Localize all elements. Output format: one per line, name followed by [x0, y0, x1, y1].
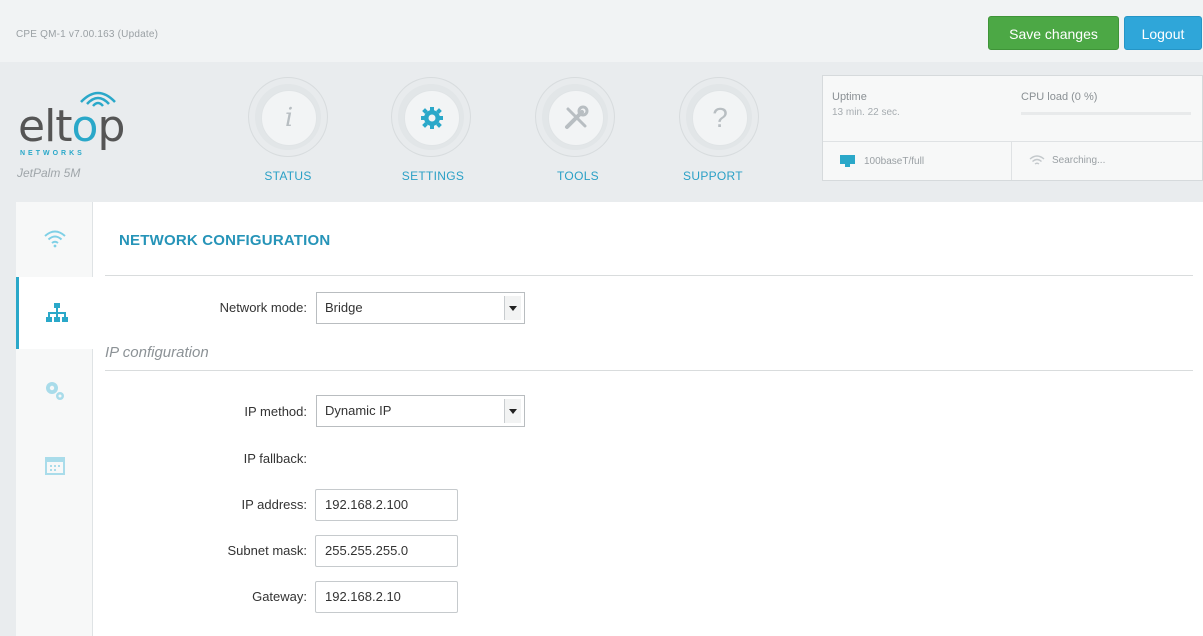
gears-icon — [45, 382, 64, 400]
link-status: 100baseT/full — [864, 155, 925, 167]
gateway-label: Gateway: — [252, 589, 307, 604]
status-panel: Uptime 13 min. 22 sec. CPU load (0 %) 10… — [822, 75, 1203, 181]
nav-tools-label: TOOLS — [557, 169, 599, 183]
nav-support-label: SUPPORT — [683, 169, 743, 183]
nav-tools[interactable]: TOOLS — [523, 75, 633, 185]
ip-method-select[interactable]: Dynamic IP — [316, 395, 525, 427]
ip-configuration-heading: IP configuration — [105, 344, 209, 361]
network-mode-select[interactable]: Bridge — [316, 292, 525, 324]
sidenav-scheduler[interactable] — [16, 430, 93, 502]
ip-address-field[interactable]: 192.168.2.100 — [315, 489, 458, 521]
logo-networks: NETWORKS — [20, 150, 85, 157]
sidenav-network[interactable] — [16, 277, 94, 349]
uptime-title: Uptime — [832, 91, 867, 103]
info-icon: i — [284, 103, 294, 133]
tools-icon — [565, 105, 589, 129]
ip-method-value: Dynamic IP — [325, 403, 392, 418]
ethernet-icon — [840, 155, 855, 167]
ip-fallback-label: IP fallback: — [243, 451, 307, 466]
sidenav-wireless[interactable] — [16, 202, 93, 274]
wireless-status: Searching... — [1052, 155, 1106, 166]
ip-method-label: IP method: — [244, 404, 307, 419]
subnet-mask-field[interactable]: 255.255.255.0 — [315, 535, 458, 567]
gear-icon — [421, 107, 443, 129]
question-icon: ? — [712, 102, 728, 133]
save-changes-button[interactable]: Save changes — [988, 16, 1119, 50]
main-content: NETWORK CONFIGURATION Network mode: Brid… — [93, 202, 1203, 636]
cpu-load-bar — [1021, 112, 1191, 115]
nav-settings[interactable]: SETTINGS — [378, 75, 488, 185]
network-icon — [45, 303, 68, 322]
divider — [105, 275, 1193, 276]
subnet-mask-label: Subnet mask: — [227, 543, 308, 558]
gateway-field[interactable]: 192.168.2.10 — [315, 581, 458, 613]
firmware-version: CPE QM-1 v7.00.163 (Update) — [16, 29, 159, 40]
sidenav-services[interactable] — [16, 355, 93, 427]
logout-button[interactable]: Logout — [1124, 16, 1202, 50]
side-nav — [16, 202, 94, 636]
logo-text-pre: elt — [18, 101, 73, 152]
nav-status-label: STATUS — [264, 169, 312, 183]
calendar-icon — [44, 457, 65, 475]
nav-status[interactable]: i STATUS — [233, 75, 343, 185]
top-bar: CPE QM-1 v7.00.163 (Update) Save changes… — [0, 0, 1203, 62]
device-model: JetPalm 5M — [17, 166, 81, 180]
divider — [823, 141, 1202, 142]
logo-text-post: p — [97, 101, 125, 152]
wifi-icon — [1029, 155, 1045, 165]
network-mode-value: Bridge — [325, 300, 363, 315]
page-title: NETWORK CONFIGURATION — [119, 232, 331, 249]
nav-support[interactable]: ? SUPPORT — [658, 75, 768, 185]
dropdown-arrow-icon — [504, 399, 521, 423]
cpu-load-title: CPU load (0 %) — [1021, 91, 1098, 103]
nav-settings-label: SETTINGS — [401, 169, 465, 183]
divider — [105, 370, 1193, 371]
ip-address-label: IP address: — [241, 497, 307, 512]
wifi-icon — [43, 230, 66, 248]
uptime-value: 13 min. 22 sec. — [832, 107, 900, 118]
divider — [1011, 142, 1012, 180]
dropdown-arrow-icon — [504, 296, 521, 320]
logo-text-o: o — [71, 101, 99, 152]
network-mode-label: Network mode: — [219, 300, 307, 315]
